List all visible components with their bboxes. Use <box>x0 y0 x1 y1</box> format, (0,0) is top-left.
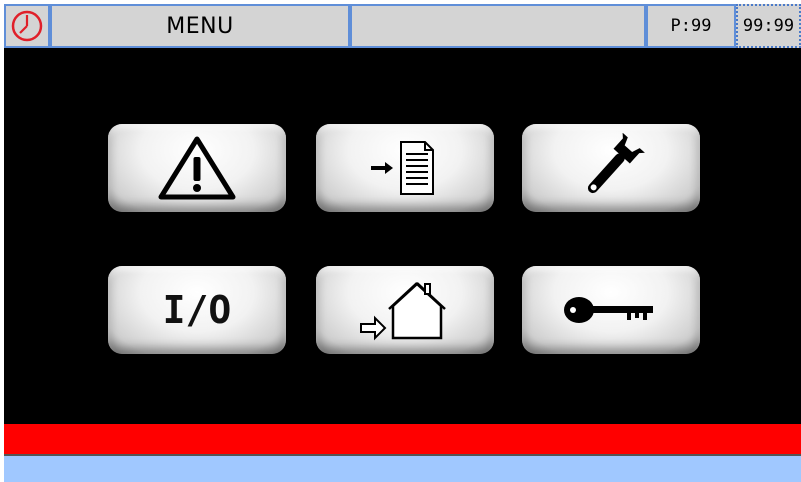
hmi-screen: MENU P:99 99:99 I/O <box>0 0 801 482</box>
home-button[interactable] <box>316 266 494 354</box>
page-indicator: P:99 <box>670 16 712 36</box>
arrow-document-icon <box>371 141 434 195</box>
clock-button[interactable] <box>4 4 50 48</box>
warning-triangle-icon <box>158 136 236 200</box>
page-indicator-cell: P:99 <box>646 4 736 48</box>
login-button[interactable] <box>522 266 700 354</box>
io-button[interactable]: I/O <box>108 266 286 354</box>
wrench-icon <box>587 133 645 194</box>
log-button[interactable] <box>316 124 494 212</box>
status-bar <box>4 454 801 482</box>
message-cell <box>350 4 646 48</box>
key-icon <box>564 297 653 323</box>
alarms-button[interactable] <box>108 124 286 212</box>
time-display: 99:99 <box>742 16 795 36</box>
menu-panel: I/O <box>4 48 801 424</box>
top-status-bar: MENU P:99 99:99 <box>4 4 801 48</box>
time-cell[interactable]: 99:99 <box>736 4 801 48</box>
io-label: I/O <box>162 288 232 332</box>
service-button[interactable] <box>522 124 700 212</box>
clock-icon <box>11 10 43 42</box>
page-title: MENU <box>166 13 234 39</box>
alarm-banner[interactable] <box>4 424 801 454</box>
menu-title-cell: MENU <box>50 4 350 48</box>
arrow-home-icon <box>360 282 446 341</box>
